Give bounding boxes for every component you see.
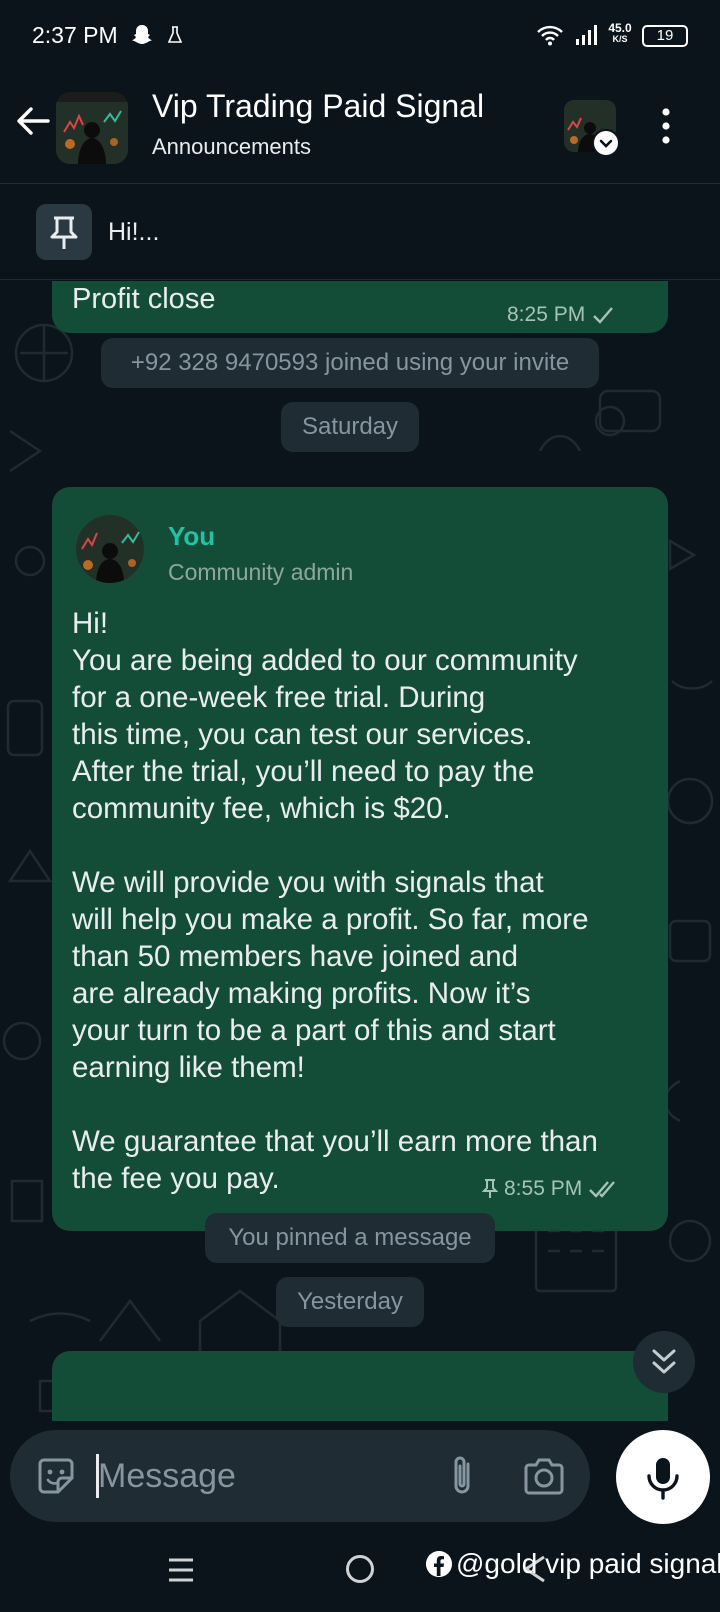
message-composer <box>10 1430 590 1522</box>
signal-icon <box>576 25 597 45</box>
system-message-pinned: You pinned a message <box>205 1213 495 1263</box>
message-time: 8:25 PM <box>507 303 586 326</box>
message-text: Profit close <box>72 283 216 315</box>
voice-message-button[interactable] <box>616 1430 710 1524</box>
chevron-down-icon[interactable] <box>592 129 620 157</box>
camera-icon[interactable] <box>522 1454 566 1498</box>
pinned-message-preview: Hi!... <box>108 218 160 246</box>
sender-role: Community admin <box>168 559 354 585</box>
message-meta: 8:25 PM <box>507 303 615 327</box>
group-avatar[interactable] <box>56 92 128 164</box>
battery-indicator: 19 <box>642 25 688 47</box>
message-bubble[interactable] <box>52 1351 668 1421</box>
single-check-icon <box>593 307 614 324</box>
message-time: 8:55 PM <box>504 1177 583 1200</box>
pinned-message-bar[interactable]: Hi!... <box>0 184 720 280</box>
sender-name[interactable]: You <box>168 521 215 552</box>
date-divider-yesterday: Yesterday <box>276 1277 424 1327</box>
chat-area[interactable]: Profit close 8:25 PM +92 328 9470593 joi… <box>0 281 720 1421</box>
chat-header: Vip Trading Paid Signal Announcements <box>0 72 720 184</box>
watermark-text: @gold vip paid signal <box>456 1548 720 1579</box>
double-check-icon <box>589 1181 616 1198</box>
wifi-icon <box>537 25 563 46</box>
chat-subtitle: Announcements <box>152 134 311 159</box>
double-chevron-down-icon <box>652 1349 676 1374</box>
network-speed: 45.0 K/S <box>608 21 632 44</box>
snapchat-icon <box>132 25 152 44</box>
message-meta: 8:55 PM <box>482 1177 620 1201</box>
message-text: Hi! You are being added to our community… <box>72 607 598 1195</box>
paperclip-icon[interactable] <box>446 1452 478 1500</box>
home-icon[interactable] <box>346 1555 374 1583</box>
pin-icon <box>482 1179 498 1198</box>
watermark: @gold vip paid signal <box>426 1548 720 1580</box>
system-nav-bar: @gold vip paid signal <box>0 1538 720 1612</box>
pin-icon <box>36 204 92 260</box>
sticker-icon[interactable] <box>34 1454 78 1498</box>
scroll-to-bottom-button[interactable] <box>633 1331 695 1393</box>
status-bar: 2:37 PM 45.0 K/S 19 <box>0 0 720 72</box>
chat-title[interactable]: Vip Trading Paid Signal <box>152 88 484 125</box>
more-options-icon[interactable] <box>658 106 674 146</box>
facebook-icon <box>426 1551 452 1577</box>
back-arrow-icon[interactable] <box>14 102 52 140</box>
message-input[interactable] <box>98 1446 428 1506</box>
recent-apps-icon[interactable] <box>166 1556 196 1584</box>
sender-avatar[interactable] <box>76 515 144 583</box>
status-time: 2:37 PM <box>32 22 118 48</box>
lab-icon <box>168 26 182 43</box>
message-bubble[interactable]: Profit close 8:25 PM <box>52 281 668 333</box>
date-divider-saturday: Saturday <box>281 402 419 452</box>
system-message-joined: +92 328 9470593 joined using your invite <box>101 338 599 388</box>
microphone-icon <box>647 1458 679 1500</box>
message-bubble-admin[interactable]: You Community admin Hi! You are being ad… <box>52 487 668 1231</box>
